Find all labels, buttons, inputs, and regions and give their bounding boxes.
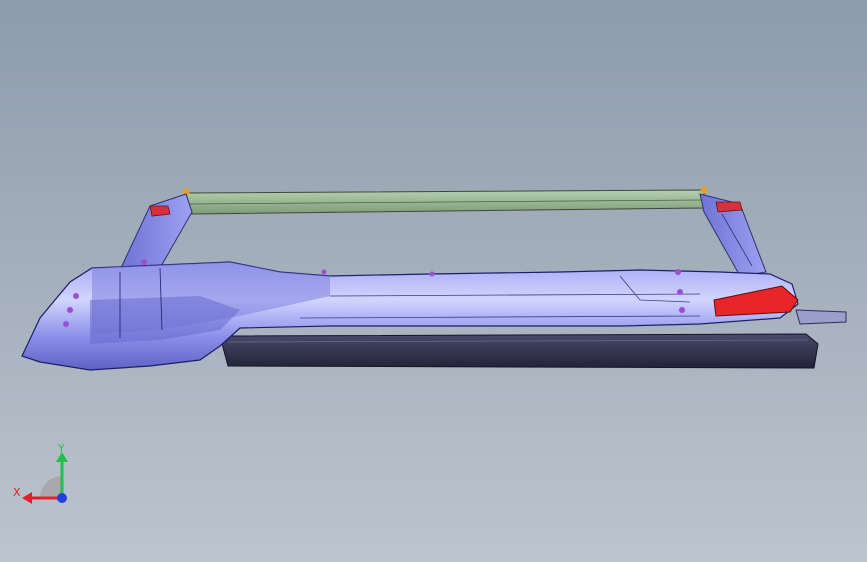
right-support-post[interactable] (699, 193, 767, 277)
model-view[interactable] (0, 0, 867, 562)
fastener (141, 259, 147, 265)
fastener (67, 307, 73, 313)
fastener (675, 269, 681, 275)
fastener (321, 269, 327, 275)
right-tab[interactable] (795, 309, 847, 325)
fastener (73, 293, 79, 299)
coordinate-triad: Y X (13, 442, 68, 504)
z-axis-dot-icon (57, 493, 67, 503)
base-plate[interactable] (219, 333, 819, 369)
fastener (677, 289, 683, 295)
y-axis-label: Y (57, 442, 65, 455)
fastener (63, 321, 69, 327)
left-red-cap (149, 205, 171, 217)
right-red-cap (715, 201, 743, 213)
x-axis-label: X (13, 486, 21, 499)
rail-joint-right (700, 186, 708, 194)
fastener (429, 271, 435, 277)
fastener (679, 307, 685, 313)
top-rail[interactable] (182, 186, 708, 215)
left-support-post[interactable] (119, 193, 193, 271)
cad-viewport[interactable]: Y X (0, 0, 867, 562)
